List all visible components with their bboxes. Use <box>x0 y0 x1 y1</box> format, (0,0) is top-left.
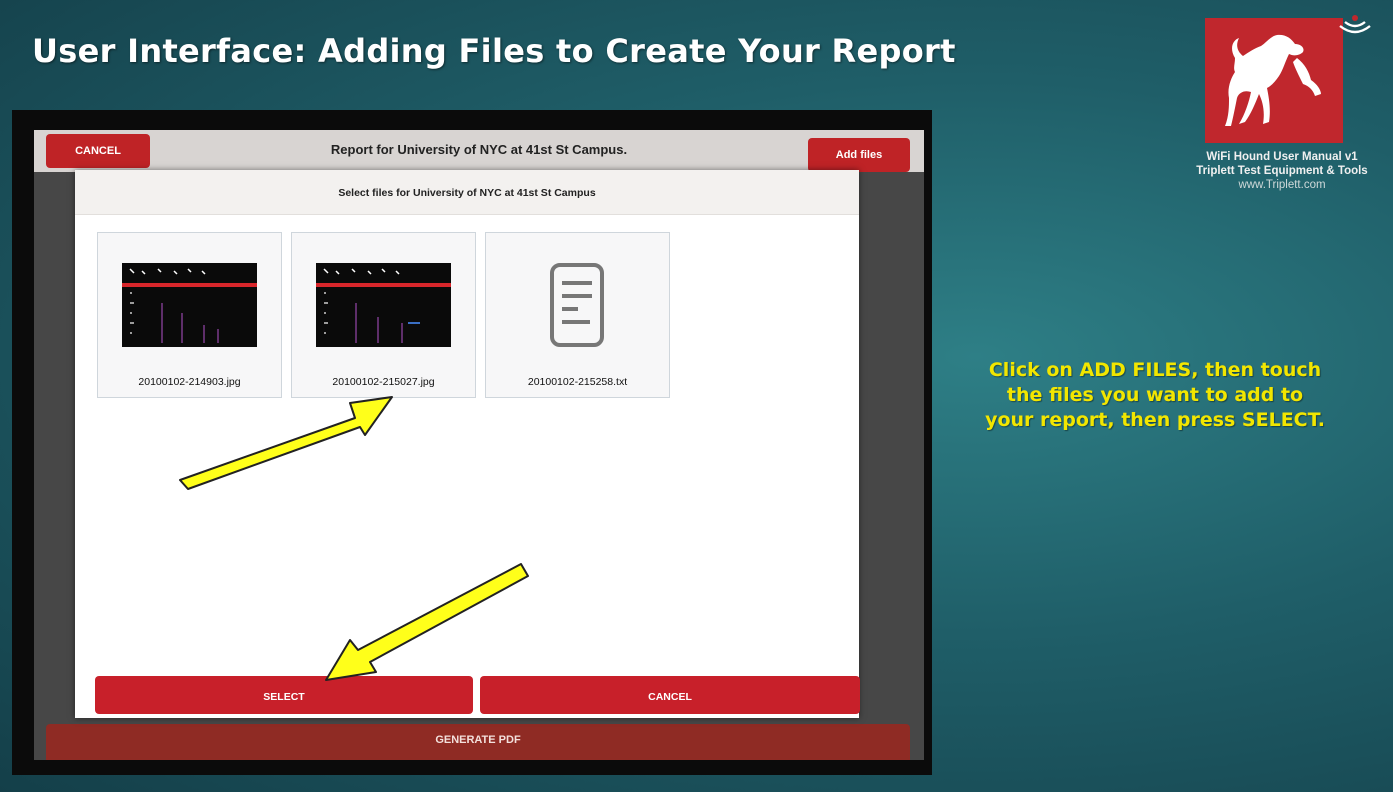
image-thumbnail <box>316 263 451 347</box>
file-item[interactable]: 20100102-215258.txt <box>485 232 670 398</box>
manual-credit: WiFi Hound User Manual v1 Triplett Test … <box>1170 150 1393 192</box>
arrow-annotation-icon <box>325 563 529 681</box>
app-header: Report for University of NYC at 41st St … <box>34 130 924 172</box>
wifi-signal-icon <box>1339 15 1371 34</box>
credit-url: www.Triplett.com <box>1238 179 1326 191</box>
slide-title: User Interface: Adding Files to Create Y… <box>32 32 956 70</box>
credit-company: Triplett Test Equipment & Tools <box>1196 165 1368 177</box>
dialog-header: Select files for University of NYC at 41… <box>75 170 859 215</box>
add-files-button[interactable]: Add files <box>808 138 910 172</box>
cancel-button[interactable]: CANCEL <box>46 134 150 168</box>
text-file-icon <box>550 263 604 347</box>
credit-title: WiFi Hound User Manual v1 <box>1206 151 1358 163</box>
dog-logo-icon <box>1205 18 1343 143</box>
file-item[interactable]: 20100102-214903.jpg <box>97 232 282 398</box>
instructions-text: Click on ADD FILES, then touch the files… <box>985 359 1325 431</box>
arrow-annotation-icon <box>179 396 393 490</box>
dialog-cancel-button[interactable]: CANCEL <box>480 676 860 714</box>
generate-pdf-button[interactable]: GENERATE PDF <box>46 724 910 760</box>
dialog-title: Select files for University of NYC at 41… <box>338 187 596 199</box>
file-name: 20100102-215258.txt <box>527 376 628 388</box>
file-item[interactable]: 20100102-215027.jpg <box>291 232 476 398</box>
report-title: Report for University of NYC at 41st St … <box>330 142 628 157</box>
image-thumbnail <box>122 263 257 347</box>
